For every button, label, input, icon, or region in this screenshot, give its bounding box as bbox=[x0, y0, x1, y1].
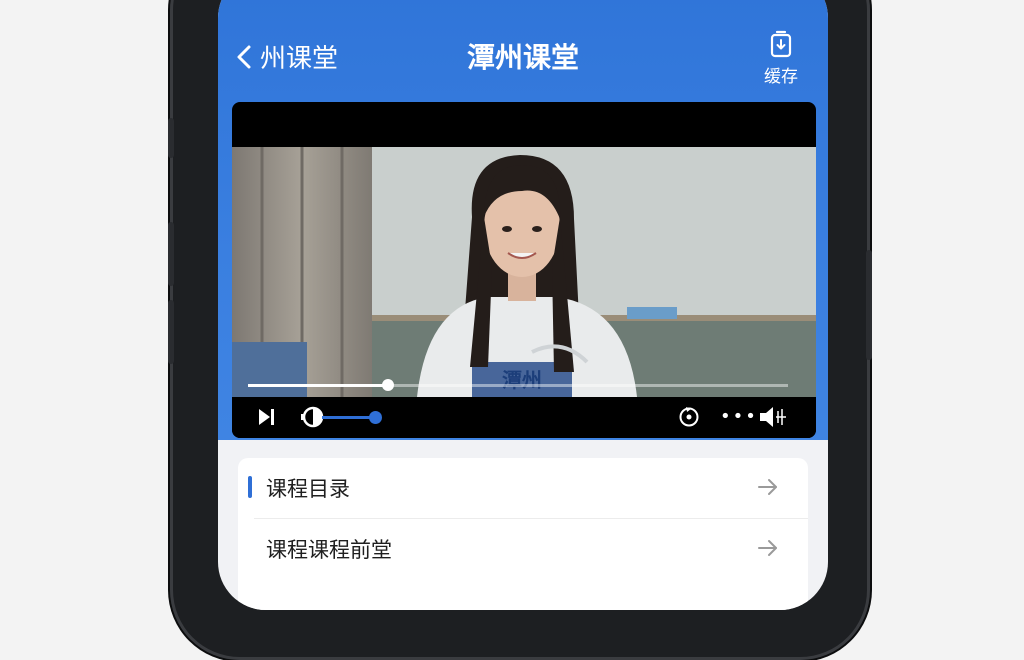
phone-side-button bbox=[866, 250, 872, 360]
download-icon bbox=[770, 30, 792, 58]
volume-handle[interactable] bbox=[368, 411, 382, 424]
progress-bar[interactable] bbox=[248, 379, 788, 391]
list-item-label: 课程目录 bbox=[266, 477, 350, 501]
progress-fill bbox=[248, 384, 389, 387]
video-player[interactable]: 潭州 ••• bbox=[232, 102, 816, 438]
arrow-right-icon bbox=[758, 540, 777, 556]
volume-icon[interactable] bbox=[758, 405, 788, 429]
phone-side-button bbox=[168, 222, 174, 286]
course-menu-list: 课程目录 课程课程前堂 bbox=[238, 458, 808, 610]
app-screen: 州课堂 潭州课堂 缓存 潭州 ••• 课程目录 课程课程前堂 bbox=[218, 0, 828, 610]
list-item-course-catalog[interactable]: 课程目录 bbox=[238, 458, 808, 518]
video-scene-image: 潭州 bbox=[232, 147, 816, 397]
active-indicator bbox=[248, 476, 252, 498]
player-controls: ••• bbox=[232, 397, 816, 438]
phone-side-button bbox=[168, 300, 174, 364]
header-bar: 州课堂 潭州课堂 缓存 潭州 ••• bbox=[218, 0, 828, 440]
cache-button[interactable]: 缓存 bbox=[764, 30, 798, 87]
play-next-icon[interactable] bbox=[256, 407, 276, 427]
cache-label: 缓存 bbox=[764, 67, 798, 87]
more-options-icon[interactable]: ••• bbox=[720, 406, 758, 427]
volume-slider[interactable] bbox=[322, 416, 375, 419]
arrow-right-icon bbox=[758, 479, 777, 495]
phone-side-button bbox=[168, 118, 174, 158]
list-item-course-lesson[interactable]: 课程课程前堂 bbox=[238, 519, 808, 579]
video-frame[interactable]: 潭州 bbox=[232, 147, 816, 397]
shirt-text: 潭州 bbox=[502, 368, 542, 392]
list-item-label: 课程课程前堂 bbox=[266, 538, 392, 562]
page-title: 潭州课堂 bbox=[466, 41, 579, 74]
rotate-icon[interactable] bbox=[678, 406, 700, 428]
